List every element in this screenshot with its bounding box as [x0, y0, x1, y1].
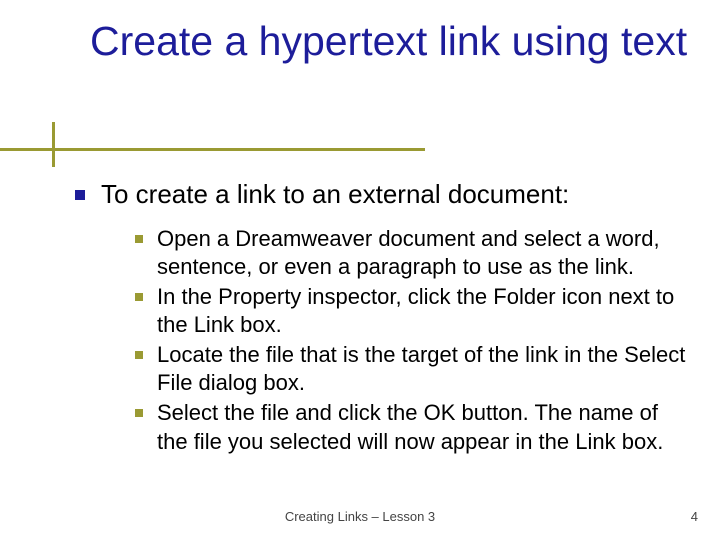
sub-list: Open a Dreamweaver document and select a…: [135, 225, 692, 456]
lead-text: To create a link to an external document…: [101, 178, 569, 211]
step-text: Open a Dreamweaver document and select a…: [157, 225, 692, 281]
step-text: Select the file and click the OK button.…: [157, 399, 692, 455]
list-item: In the Property inspector, click the Fol…: [135, 283, 692, 339]
list-item: To create a link to an external document…: [75, 178, 692, 211]
footer-text: Creating Links – Lesson 3: [0, 509, 720, 524]
square-bullet-icon: [135, 409, 143, 417]
list-item: Open a Dreamweaver document and select a…: [135, 225, 692, 281]
list-item: Select the file and click the OK button.…: [135, 399, 692, 455]
slide: Create a hypertext link using text To cr…: [0, 0, 720, 540]
square-bullet-icon: [75, 190, 85, 200]
page-number: 4: [691, 509, 698, 524]
step-text: In the Property inspector, click the Fol…: [157, 283, 692, 339]
square-bullet-icon: [135, 235, 143, 243]
square-bullet-icon: [135, 293, 143, 301]
step-text: Locate the file that is the target of th…: [157, 341, 692, 397]
slide-title: Create a hypertext link using text: [90, 18, 690, 65]
title-underline-horizontal: [0, 148, 425, 151]
title-underline-vertical: [52, 122, 55, 167]
list-item: Locate the file that is the target of th…: [135, 341, 692, 397]
title-area: Create a hypertext link using text: [0, 0, 720, 65]
square-bullet-icon: [135, 351, 143, 359]
body-content: To create a link to an external document…: [75, 178, 692, 458]
